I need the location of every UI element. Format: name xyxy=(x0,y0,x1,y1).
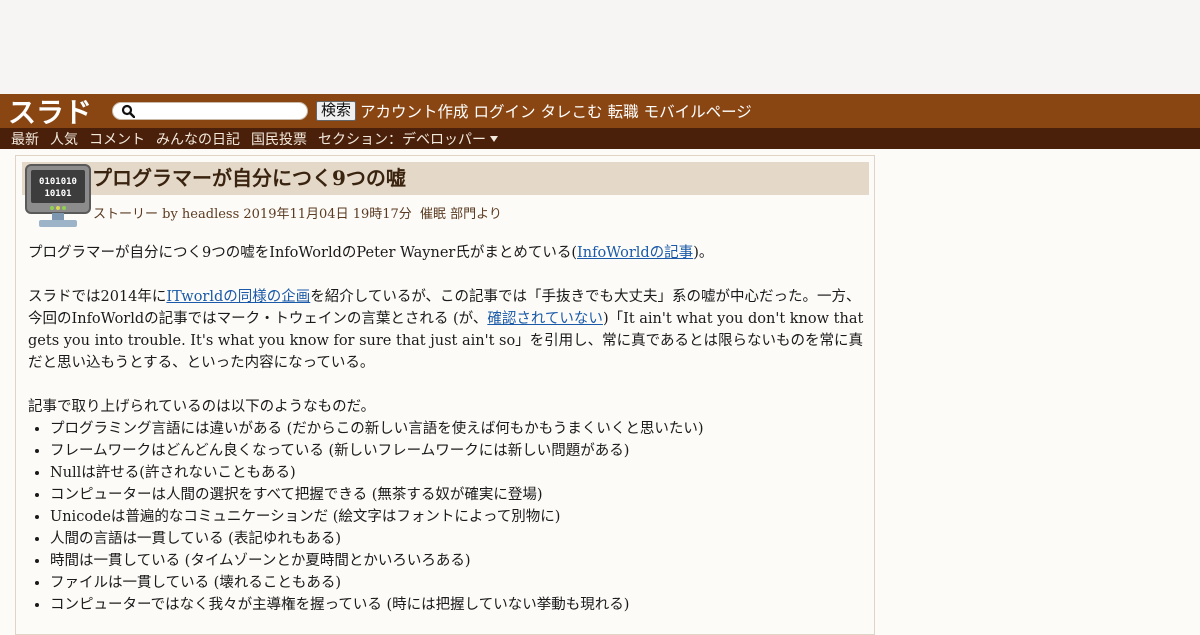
article-title[interactable]: プログラマーが自分につく9つの嘘 xyxy=(92,162,406,195)
list-item: Unicodeは普遍的なコミュニケーションだ (絵文字はフォントによって別物に) xyxy=(50,506,868,528)
nav-popular[interactable]: 人気 xyxy=(50,129,78,149)
list-item: コンピューターではなく我々が主導権を握っている (時には把握していない挙動も現れ… xyxy=(50,594,868,616)
sub-navigation: 最新 人気 コメント みんなの日記 国民投票 セクション：デベロッパー xyxy=(0,128,1200,149)
ad-space xyxy=(0,0,1200,94)
nav-latest[interactable]: 最新 xyxy=(11,129,39,149)
list-item: コンピューターは人間の選択をすべて把握できる (無茶する奴が確実に登場) xyxy=(50,484,868,506)
article-byline: ストーリー by headless 2019年11月04日 19時17分 xyxy=(93,207,412,222)
lies-list: プログラミング言語には違いがある (だからこの新しい言語を使えば何もかもうまくい… xyxy=(28,418,868,616)
chevron-down-icon xyxy=(490,135,498,142)
paragraph-list-intro: 記事で取り上げられているのは以下のようなものだ。 xyxy=(28,399,376,415)
login-link[interactable]: ログイン xyxy=(474,100,536,122)
search-input[interactable] xyxy=(137,103,297,119)
infoworld-article-link[interactable]: InfoWorldの記事 xyxy=(577,245,693,261)
mobile-page-link[interactable]: モバイルページ xyxy=(644,100,752,122)
logo-mark: スラド xyxy=(8,96,92,126)
article-body: プログラマーが自分につく9つの嘘をInfoWorldのPeter Wayner氏… xyxy=(28,242,868,616)
list-item: 人間の言語は一貫している (表記ゆれもある) xyxy=(50,528,868,550)
list-item: 時間は一貫している (タイムゾーンとか夏時間とかいろいろある) xyxy=(50,550,868,572)
list-item: フレームワークはどんどん良くなっている (新しいフレームワークには新しい問題があ… xyxy=(50,440,868,462)
list-item: プログラミング言語には違いがある (だからこの新しい言語を使えば何もかもうまくい… xyxy=(50,418,868,440)
nav-comments[interactable]: コメント xyxy=(89,129,145,149)
itworld-link[interactable]: ITworldの同様の企画 xyxy=(166,289,310,305)
search-icon xyxy=(121,104,135,118)
article: 0101010 10101 プログラマーが自分につく9つの嘘 ストーリー by … xyxy=(15,155,875,635)
paragraph-context: スラドでは2014年にITworldの同様の企画を紹介しているが、この記事では「… xyxy=(28,289,864,371)
article-meta: ストーリー by headless 2019年11月04日 19時17分 催眠 … xyxy=(93,203,502,222)
paragraph-intro: プログラマーが自分につく9つの嘘をInfoWorldのPeter Wayner氏… xyxy=(28,245,714,261)
svg-text:10101: 10101 xyxy=(44,189,71,199)
nav-polls[interactable]: 国民投票 xyxy=(251,129,307,149)
search-field[interactable] xyxy=(112,102,308,120)
developer-topic-icon[interactable]: 0101010 10101 xyxy=(25,164,91,228)
site-logo[interactable]: スラド xyxy=(8,96,104,126)
site-header: スラド 検索 アカウント作成 ログイン タレこむ 転職 モバイルページ xyxy=(0,94,1200,128)
list-item: ファイルは一貫している (壊れることもある) xyxy=(50,572,868,594)
article-department: 催眠 部門より xyxy=(420,207,502,222)
search-button[interactable]: 検索 xyxy=(316,101,357,121)
unverified-link[interactable]: 確認されていない xyxy=(487,311,603,327)
submit-story-link[interactable]: タレこむ xyxy=(541,100,603,122)
svg-text:0101010: 0101010 xyxy=(39,177,77,187)
svg-text:スラド: スラド xyxy=(8,96,92,126)
nav-journals[interactable]: みんなの日記 xyxy=(156,129,240,149)
section-label: セクション：デベロッパー xyxy=(318,130,486,147)
create-account-link[interactable]: アカウント作成 xyxy=(360,100,469,122)
header-links: アカウント作成 ログイン タレこむ 転職 モバイルページ xyxy=(360,100,757,122)
section-dropdown[interactable]: セクション：デベロッパー xyxy=(318,129,498,149)
list-item: Nullは許せる(許されないこともある) xyxy=(50,462,868,484)
jobs-link[interactable]: 転職 xyxy=(608,100,639,122)
